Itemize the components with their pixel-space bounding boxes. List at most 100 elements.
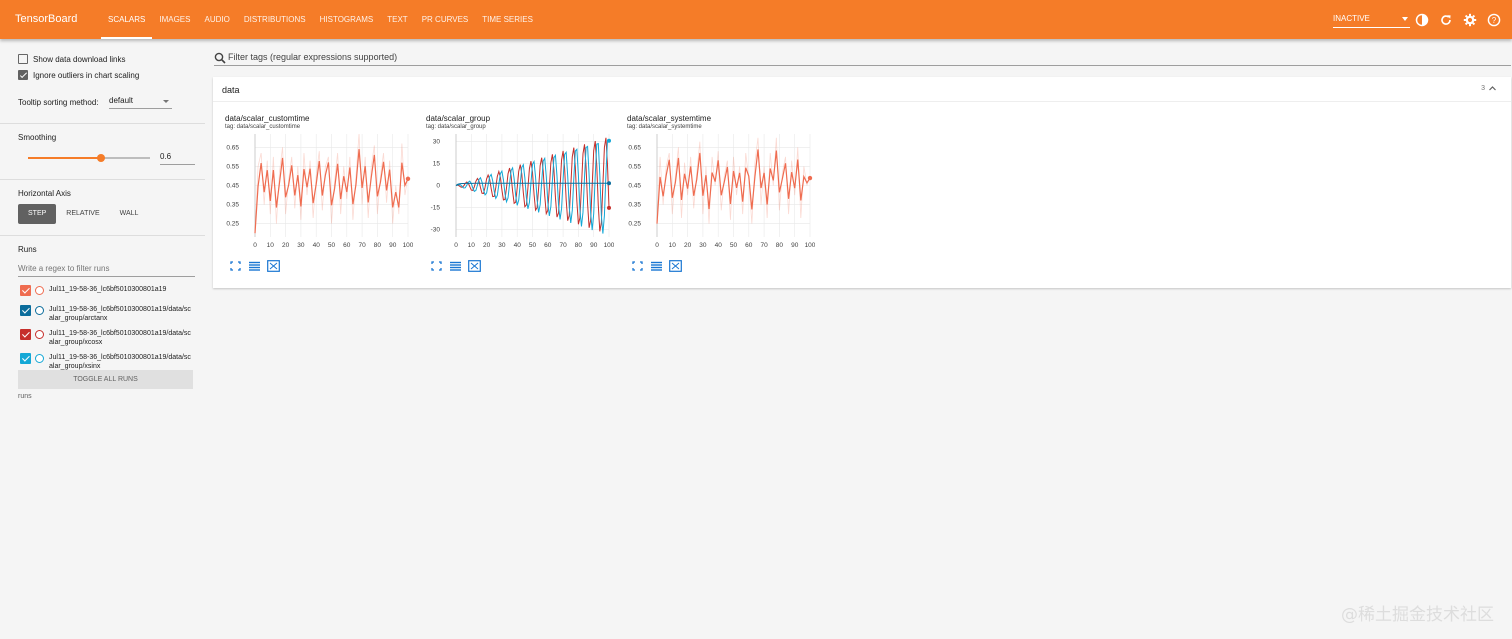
y-tick-label: -15 xyxy=(431,205,441,212)
run-checkbox[interactable] xyxy=(20,353,31,364)
reload-icon[interactable] xyxy=(1439,13,1453,27)
y-tick-label: 0.25 xyxy=(628,221,641,228)
chart-tag: tag: data/scalar_systemtime xyxy=(627,124,702,130)
fullscreen-icon[interactable] xyxy=(430,260,443,272)
y-tick-label: 0.45 xyxy=(226,183,239,190)
data-table-icon[interactable] xyxy=(650,260,663,272)
toggle-all-runs-button[interactable]: TOGGLE ALL RUNS xyxy=(18,370,193,389)
fit-domain-icon[interactable] xyxy=(468,260,481,272)
x-tick-label: 50 xyxy=(529,242,537,249)
checkbox-box[interactable] xyxy=(18,70,28,80)
tag-filter-input[interactable]: Filter tags (regular expressions support… xyxy=(228,52,397,62)
watermark-text: @稀土掘金技术社区 xyxy=(1341,605,1494,625)
status-select-value: INACTIVE xyxy=(1333,14,1370,23)
tab-text[interactable]: TEXT xyxy=(380,0,414,39)
fullscreen-icon[interactable] xyxy=(229,260,242,272)
run-checkbox[interactable] xyxy=(20,329,31,340)
category-panel: data 3 data/scalar_customtime tag: data/… xyxy=(213,77,1511,288)
category-header[interactable]: data 3 xyxy=(213,77,1511,102)
tab-scalars[interactable]: SCALARS xyxy=(101,0,153,39)
help-icon[interactable]: ? xyxy=(1487,13,1501,27)
x-tick-label: 50 xyxy=(730,242,738,249)
chevron-up-icon[interactable] xyxy=(1488,84,1497,93)
data-table-icon[interactable] xyxy=(449,260,462,272)
run-item[interactable]: Jul11_19-58-36_lc6bf5010300801a19/data/s… xyxy=(20,305,194,323)
run-name: Jul11_19-58-36_lc6bf5010300801a19/data/s… xyxy=(49,306,191,322)
chart-title: data/scalar_group xyxy=(426,114,491,123)
tab-images[interactable]: IMAGES xyxy=(152,0,197,39)
run-checkbox[interactable] xyxy=(20,305,31,316)
y-tick-label: 30 xyxy=(433,138,441,145)
x-tick-label: 20 xyxy=(282,242,290,249)
chart-plot[interactable]: 0 10 20 30 40 50 60 70 80 90 100 30 15 0 -15 -30 xyxy=(414,134,614,260)
y-tick-label: 0.55 xyxy=(226,163,239,170)
x-tick-label: 60 xyxy=(745,242,753,249)
axis-relative-button[interactable]: RELATIVE xyxy=(56,204,109,224)
smoothing-label: Smoothing xyxy=(18,133,57,142)
fullscreen-icon[interactable] xyxy=(631,260,644,272)
x-tick-label: 90 xyxy=(389,242,397,249)
run-color-icon[interactable] xyxy=(35,354,44,363)
series-end-point xyxy=(607,181,611,186)
sidebar: Show data download links Ignore outliers… xyxy=(0,39,205,639)
smoothing-input[interactable]: 0.6 xyxy=(160,151,195,165)
ignore-outliers-checkbox[interactable]: Ignore outliers in chart scaling xyxy=(18,70,139,80)
run-checkbox[interactable] xyxy=(20,285,31,296)
x-tick-label: 30 xyxy=(297,242,305,249)
axis-wall-button[interactable]: WALL xyxy=(110,204,149,224)
run-item[interactable]: Jul11_19-58-36_lc6bf5010300801a19 xyxy=(20,285,194,296)
tag-filter[interactable]: Filter tags (regular expressions support… xyxy=(214,49,1511,66)
category-title: data xyxy=(222,85,240,95)
fit-domain-icon[interactable] xyxy=(669,260,682,272)
tooltip-sorting-label: Tooltip sorting method: xyxy=(18,98,99,107)
chart-actions xyxy=(631,260,682,272)
chart-card-group: data/scalar_group tag: data/scalar_group… xyxy=(414,114,614,274)
tab-pr-curves[interactable]: PR CURVES xyxy=(415,0,476,39)
x-tick-label: 0 xyxy=(454,242,458,249)
divider xyxy=(0,123,205,124)
fit-domain-icon[interactable] xyxy=(267,260,280,272)
x-tick-label: 0 xyxy=(253,242,257,249)
y-tick-label: 0.25 xyxy=(226,221,239,228)
settings-icon[interactable] xyxy=(1463,13,1477,27)
x-tick-label: 40 xyxy=(313,242,321,249)
tab-histograms[interactable]: HISTOGRAMS xyxy=(313,0,381,39)
run-item[interactable]: Jul11_19-58-36_lc6bf5010300801a19/data/s… xyxy=(20,353,194,371)
smoothing-slider[interactable] xyxy=(28,154,150,162)
x-tick-label: 40 xyxy=(514,242,522,249)
smoothing-slider-thumb[interactable] xyxy=(97,154,106,162)
tab-time-series[interactable]: TIME SERIES xyxy=(475,0,540,39)
y-tick-label: 0.45 xyxy=(628,183,641,190)
run-color-icon[interactable] xyxy=(35,306,44,315)
x-tick-label: 30 xyxy=(498,242,506,249)
tab-audio[interactable]: AUDIO xyxy=(197,0,236,39)
run-item[interactable]: Jul11_19-58-36_lc6bf5010300801a19/data/s… xyxy=(20,329,194,347)
theme-icon[interactable] xyxy=(1415,13,1429,27)
y-tick-label: -30 xyxy=(431,227,441,234)
run-color-icon[interactable] xyxy=(35,286,44,295)
chart-title: data/scalar_customtime xyxy=(225,114,310,123)
x-tick-label: 10 xyxy=(468,242,476,249)
chart-plot[interactable]: 0 10 20 30 40 50 60 70 80 90 100 0.65 0.55 0.45 0.35 0.… xyxy=(615,134,815,260)
x-tick-label: 40 xyxy=(715,242,723,249)
run-color-icon[interactable] xyxy=(35,330,44,339)
plugin-status-select[interactable]: INACTIVE xyxy=(1333,12,1410,28)
x-tick-label: 20 xyxy=(483,242,491,249)
series-end-point xyxy=(807,175,813,181)
axis-step-button[interactable]: STEP xyxy=(18,204,57,224)
caret-down-icon xyxy=(163,100,169,103)
tab-distributions[interactable]: DISTRIBUTIONS xyxy=(237,0,313,39)
show-download-links-checkbox[interactable]: Show data download links xyxy=(18,54,126,64)
checkbox-box[interactable] xyxy=(18,54,28,64)
x-tick-label: 90 xyxy=(791,242,799,249)
chart-title: data/scalar_systemtime xyxy=(627,114,712,123)
runs-filter-input[interactable]: Write a regex to filter runs xyxy=(18,263,195,277)
runs-footer-text: runs xyxy=(18,393,32,400)
chart-plot[interactable]: 0 10 20 30 40 50 60 70 80 90 100 0.65 0.55 0.45 0.35 0.… xyxy=(213,134,413,260)
x-tick-label: 60 xyxy=(343,242,351,249)
x-tick-label: 10 xyxy=(267,242,275,249)
data-table-icon[interactable] xyxy=(248,260,261,272)
tooltip-sorting-select[interactable]: default xyxy=(109,96,172,109)
x-tick-label: 100 xyxy=(403,242,413,249)
search-icon xyxy=(214,51,226,64)
